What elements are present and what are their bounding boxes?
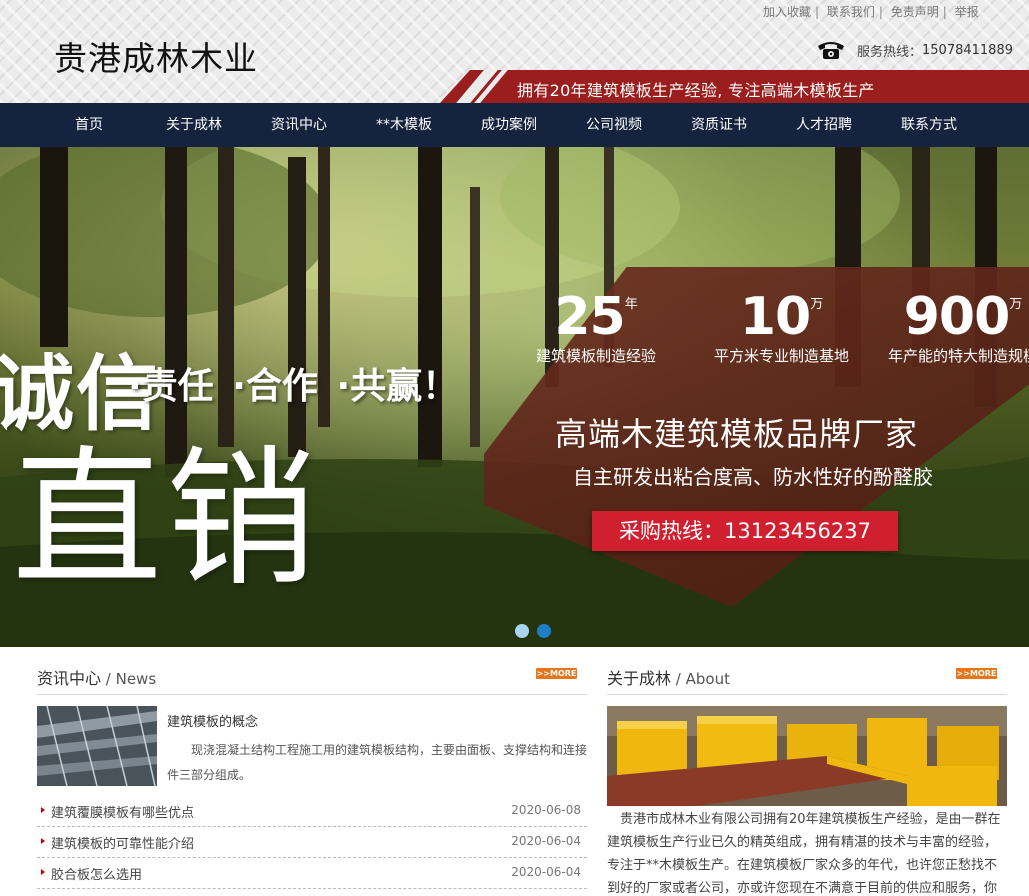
news-title-cn: 资讯中心 <box>37 669 102 688</box>
stat-label: 年产能的特大制造规模 <box>888 347 1029 365</box>
hotline: 服务热线： 15078411889 <box>815 38 1013 62</box>
banner-slogan: ·责任 ·合作 ·共赢！ <box>128 357 464 409</box>
stat-unit: 年 <box>624 297 638 312</box>
site-logo[interactable]: 贵港成林木业 <box>54 32 258 80</box>
factory-image-graphic <box>607 706 1007 806</box>
hotline-label: 服务热线： <box>857 44 923 60</box>
telephone-icon <box>818 42 844 59</box>
about-text: 贵港市成林木业有限公司拥有20年建筑模板生产经验，是由一群在建筑模板生产行业已久… <box>607 812 1001 896</box>
about-title-cn: 关于成林 <box>607 669 672 688</box>
news-item-date: 2020-06-08 <box>511 803 581 817</box>
news-section-title: 资讯中心 / News <box>37 665 156 689</box>
site-header: 贵港成林木业 加入收藏 | 联系我们 | 免责声明 | 举报 服务热线： 150784… <box>0 0 1029 103</box>
list-item[interactable]: 胶合板怎么选用 2020-06-04 <box>37 858 587 889</box>
hero-banner[interactable]: 诚信 ·责任 ·合作 ·共赢！ 直销 25年 建筑模板制造经验 10万 平方米专… <box>0 147 1029 647</box>
banner-slogan-part: ·责任 <box>128 366 214 407</box>
news-more-button[interactable]: >>MORE <box>536 668 577 679</box>
news-item-date: 2020-06-04 <box>511 865 581 879</box>
news-featured-image[interactable] <box>37 706 157 786</box>
divider <box>607 694 1007 695</box>
stat-number: 10 <box>739 287 811 347</box>
banner-brand-title: 高端木建筑模板品牌厂家 <box>555 415 919 453</box>
stat-unit: 万 <box>1009 297 1023 312</box>
list-item[interactable]: 建筑覆膜模板有哪些优点 2020-06-08 <box>37 796 587 827</box>
nav-item-contact[interactable]: 联系方式 <box>879 103 979 147</box>
about-more-button[interactable]: >>MORE <box>956 668 997 679</box>
nav-item-cases[interactable]: 成功案例 <box>459 103 559 147</box>
divider <box>37 694 587 695</box>
top-link-favorite[interactable]: 加入收藏 <box>763 5 811 19</box>
carousel-dot-active[interactable] <box>537 624 551 638</box>
bullet-icon <box>41 838 45 844</box>
top-links: 加入收藏 | 联系我们 | 免责声明 | 举报 <box>763 5 979 19</box>
list-item[interactable]: 建筑模板的可靠性能介绍 2020-06-04 <box>37 827 587 858</box>
stat-label: 建筑模板制造经验 <box>536 347 657 365</box>
about-image[interactable] <box>607 706 1007 806</box>
banner-slogan-part: ·共赢！ <box>336 366 459 407</box>
header-slogan: 拥有20年建筑模板生产经验, 专注高端木模板生产 <box>517 81 875 100</box>
banner-big-word: 直销 <box>12 433 321 607</box>
stat-unit: 万 <box>810 297 824 312</box>
carousel-dot[interactable] <box>515 624 529 638</box>
news-featured-title[interactable]: 建筑模板的概念 <box>167 711 258 730</box>
carousel-dots <box>515 624 551 638</box>
news-image-graphic <box>37 706 157 786</box>
stat-years: 25年 建筑模板制造经验 <box>536 287 656 366</box>
banner-slogan-part: ·合作 <box>232 366 318 407</box>
top-link-contact[interactable]: 联系我们 <box>827 5 875 19</box>
news-item-title[interactable]: 胶合板怎么选用 <box>51 864 142 883</box>
top-link-report[interactable]: 举报 <box>955 5 979 19</box>
nav-item-news[interactable]: 资讯中心 <box>249 103 349 147</box>
stat-number: 900 <box>903 287 1011 347</box>
hotline-number: 15078411889 <box>922 42 1013 58</box>
stat-capacity: 900万 年产能的特大制造规模 <box>888 287 1029 366</box>
nav-item-video[interactable]: 公司视频 <box>564 103 664 147</box>
stat-area: 10万 平方米专业制造基地 <box>714 287 849 366</box>
news-item-date: 2020-06-04 <box>511 834 581 848</box>
about-section-title: 关于成林 / About <box>607 665 730 689</box>
news-item-title[interactable]: 建筑覆膜模板有哪些优点 <box>51 802 194 821</box>
nav-item-jobs[interactable]: 人才招聘 <box>774 103 874 147</box>
news-featured-desc: 现浇混凝土结构工程施工用的建筑模板结构，主要由面板、支撑结构和连接件三部分组成。 <box>167 743 588 782</box>
news-item-title[interactable]: 建筑模板的可靠性能介绍 <box>51 833 194 852</box>
nav-item-products[interactable]: **木模板 <box>354 103 454 147</box>
nav-item-about[interactable]: 关于成林 <box>144 103 244 147</box>
nav-item-certificate[interactable]: 资质证书 <box>669 103 769 147</box>
nav-item-home[interactable]: 首页 <box>39 103 139 147</box>
stat-number: 25 <box>554 287 625 347</box>
bullet-icon <box>41 807 45 813</box>
about-title-en: / About <box>671 670 730 688</box>
bullet-icon <box>41 869 45 875</box>
main-nav: 首页 关于成林 资讯中心 **木模板 成功案例 公司视频 资质证书 人才招聘 联… <box>0 103 1029 147</box>
news-title-en: / News <box>101 670 157 688</box>
stat-label: 平方米专业制造基地 <box>714 347 850 365</box>
banner-brand-subtitle: 自主研发出粘合度高、防水性好的酚醛胶 <box>573 465 933 489</box>
buy-hotline-bar: 采购热线：13123456237 <box>592 511 898 551</box>
top-link-disclaimer[interactable]: 免责声明 <box>891 5 939 19</box>
